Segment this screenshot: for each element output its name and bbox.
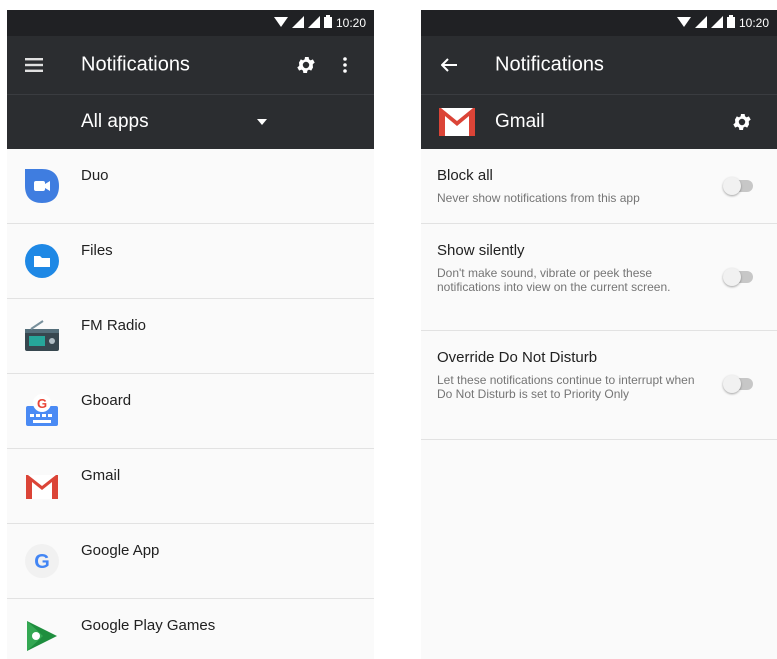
app-item-label: Gmail: [81, 467, 121, 484]
wifi-icon: [676, 16, 691, 31]
overflow-menu-icon[interactable]: [343, 57, 347, 73]
menu-icon[interactable]: [25, 58, 43, 72]
setting-description: Don't make sound, vibrate or peek these …: [437, 266, 671, 294]
block-all-toggle[interactable]: [723, 177, 755, 195]
app-item-gmail[interactable]: Gmail: [7, 449, 374, 524]
app-filter-dropdown[interactable]: All apps: [7, 94, 374, 149]
google-app-icon: G: [23, 542, 61, 580]
notifications-app-list-screen: 10:20 Notifications All apps Duo Files F…: [7, 10, 374, 659]
google-play-games-icon: [23, 617, 61, 655]
status-time: 10:20: [738, 16, 769, 30]
gboard-icon: G: [23, 392, 61, 430]
app-item-gboard[interactable]: G Gboard: [7, 374, 374, 449]
gmail-icon: [439, 108, 475, 136]
battery-icon: [323, 15, 332, 31]
override-dnd-toggle[interactable]: [723, 375, 755, 393]
gmail-icon: [23, 467, 61, 505]
app-item-label: Google App: [81, 542, 160, 559]
gear-icon[interactable]: [731, 111, 753, 133]
settings-list: Block all Never show notifications from …: [421, 149, 777, 440]
signal-icon: [694, 15, 707, 31]
show-silently-toggle[interactable]: [723, 268, 755, 286]
app-header: Gmail: [421, 94, 777, 149]
setting-title: Override Do Not Disturb: [437, 349, 598, 366]
setting-title: Show silently: [437, 242, 525, 259]
battery-icon: [726, 15, 735, 31]
app-item-label: Files: [81, 242, 113, 259]
signal-icon: [710, 15, 723, 31]
gear-icon[interactable]: [295, 54, 317, 76]
app-name: Gmail: [495, 111, 545, 132]
app-item-label: Google Play Games: [81, 617, 216, 634]
signal-icon: [291, 15, 304, 31]
files-icon: [23, 242, 61, 280]
page-title: Notifications: [495, 53, 604, 76]
status-time: 10:20: [335, 16, 366, 30]
app-item-label: Gboard: [81, 392, 132, 409]
app-item-duo[interactable]: Duo: [7, 149, 374, 224]
setting-block-all[interactable]: Block all Never show notifications from …: [421, 149, 777, 224]
svg-text:G: G: [34, 551, 50, 573]
back-arrow-icon[interactable]: [441, 58, 457, 72]
status-bar: 10:20: [421, 10, 777, 36]
app-item-label: FM Radio: [81, 317, 147, 334]
dropdown-arrow-icon: [257, 119, 267, 125]
app-toolbar: Notifications: [421, 36, 777, 94]
app-notification-settings-screen: 10:20 Notifications Gmail Block all Neve…: [421, 10, 777, 659]
setting-title: Block all: [437, 167, 493, 184]
app-item-files[interactable]: Files: [7, 224, 374, 299]
signal-icon: [307, 15, 320, 31]
duo-icon: [23, 167, 61, 205]
setting-description: Let these notifications continue to inte…: [437, 373, 695, 401]
filter-selected-label: All apps: [81, 111, 149, 132]
wifi-icon: [273, 16, 288, 31]
status-bar: 10:20: [7, 10, 374, 36]
setting-description: Never show notifications from this app: [437, 191, 640, 205]
svg-text:G: G: [37, 396, 47, 411]
fm-radio-icon: [23, 317, 61, 355]
app-item-fm-radio[interactable]: FM Radio: [7, 299, 374, 374]
page-title: Notifications: [81, 53, 190, 76]
app-item-google-app[interactable]: G Google App: [7, 524, 374, 599]
setting-show-silently[interactable]: Show silently Don't make sound, vibrate …: [421, 224, 777, 331]
app-item-label: Duo: [81, 167, 109, 184]
app-item-google-play-games[interactable]: Google Play Games: [7, 599, 374, 659]
setting-override-dnd[interactable]: Override Do Not Disturb Let these notifi…: [421, 331, 777, 440]
app-toolbar: Notifications: [7, 36, 374, 94]
app-list: Duo Files FM Radio G Gboard Gmail G Goog…: [7, 149, 374, 659]
